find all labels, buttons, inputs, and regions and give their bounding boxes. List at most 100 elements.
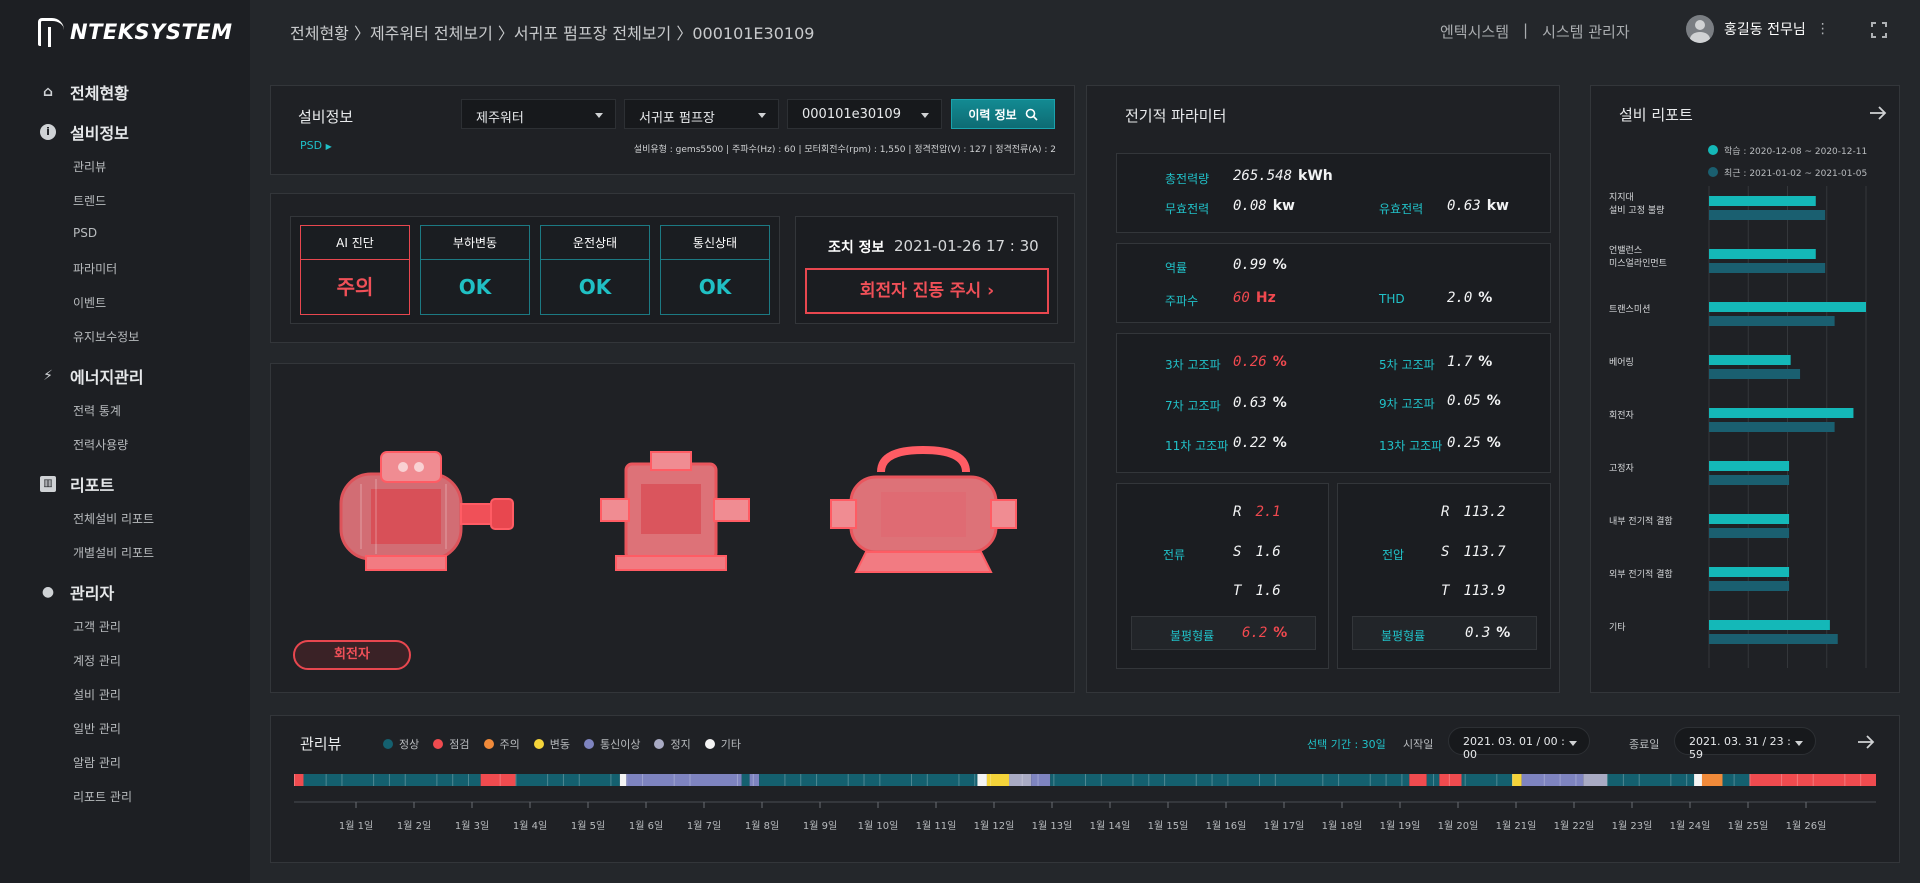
nav-item-manage-view[interactable]: 관리뷰 [73,158,106,175]
h11-number: 0.22 [1233,435,1267,451]
timeline-mark [515,774,517,786]
end-date-select[interactable]: 2021. 03. 31 / 23 : 59 [1674,727,1816,761]
timeline-legend-item: 통신이상 [584,736,640,752]
device-select[interactable]: 000101e30109 [787,99,942,129]
nav-item-customer[interactable]: 고객 관리 [73,618,121,635]
more-icon[interactable]: ⋮ [1816,21,1830,37]
timeline-segment[interactable] [1722,774,1750,786]
timeline-segment[interactable] [1461,774,1513,786]
breadcrumb[interactable]: 전체현황 〉제주워터 전체보기 〉서귀포 펌프장 전체보기 〉000101E30… [290,20,814,44]
home-icon: ⌂ [42,84,54,100]
station-select[interactable]: 서귀포 펌프장 [624,99,779,129]
nav-section-energy[interactable]: ⚡ 에너지관리 [40,364,144,388]
nav-item-psd[interactable]: PSD [73,226,97,240]
timeline-mark [926,774,928,786]
reactive-power-unit: kw [1272,198,1295,214]
start-date-select[interactable]: 2021. 03. 01 / 00 : 00 [1448,727,1590,761]
status-card-operation[interactable]: 운전상태 OK [540,225,650,315]
status-card-value: OK [458,275,492,299]
action-button[interactable]: 회전자 진동 주시 › [805,268,1049,314]
nav-section-admin[interactable]: ● 관리자 [40,580,114,604]
timeline-segment[interactable] [1512,774,1522,786]
timeline-segment[interactable] [1583,774,1608,786]
timeline-segment[interactable] [294,774,304,786]
timeline-segment[interactable] [480,774,516,786]
report-row-label: 외부 전기적 결함 [1609,568,1673,580]
status-card-ai[interactable]: AI 진단 주의 [300,225,410,315]
freq-number: 60 [1233,290,1250,306]
history-button[interactable]: 이력 정보 [951,99,1055,129]
timeline-day-label: 1월 25일 [1728,820,1769,832]
timeline-mark [784,774,786,786]
timeline-mark [1733,774,1735,786]
arrow-right-icon[interactable] [1857,734,1875,750]
nav-section-equipment[interactable]: i 설비정보 [40,120,129,144]
timeline-segment[interactable] [1050,774,1410,786]
h13-number: 0.25 [1447,435,1481,451]
nav-item-power-stats[interactable]: 전력 통계 [73,402,121,419]
nav-item-equipment-admin[interactable]: 설비 관리 [73,686,121,703]
brand-logo[interactable]: NTEKSYSTEM [38,16,233,48]
status-card-label: 부하변동 [421,226,529,260]
timeline-segment[interactable] [1607,774,1695,786]
fullscreen-icon[interactable] [1870,21,1888,39]
timeline-mark [1037,774,1039,786]
voltage-t: T 113.9 [1441,583,1506,599]
nav-item-alarm[interactable]: 알람 관리 [73,754,121,771]
user-menu[interactable]: 홍길동 전무님 ⋮ [1686,15,1830,43]
component-tag-rotor[interactable]: 회전자 [293,640,411,670]
timeline-segment[interactable] [1031,774,1051,786]
h11-unit: % [1272,435,1287,451]
timeline-panel: 관리뷰 정상 점검 주의 변동 통신이상 정지 기타 선택 기간 : 30일 시작일 202… [270,715,1900,863]
nav-item-single-report[interactable]: 개별설비 리포트 [73,544,154,561]
timeline-segment[interactable] [1409,774,1427,786]
report-row-label: 내부 전기적 결함 [1609,515,1673,527]
status-card-value: 주의 [336,275,374,299]
timeline-segment[interactable] [759,774,978,786]
timeline-mark [863,774,865,786]
report-panel: 설비 리포트 학습 : 2020-12-08 ~ 2020-12-11 최근 :… [1590,85,1900,693]
site-select[interactable]: 제주워터 [461,99,616,129]
timeline-segment[interactable] [1009,774,1032,786]
nav-item-event[interactable]: 이벤트 [73,294,106,311]
timeline-segment[interactable] [1521,774,1584,786]
timeline-mark [436,774,438,786]
nav-item-general[interactable]: 일반 관리 [73,720,121,737]
nav-section-overview[interactable]: ⌂ 전체현황 [40,80,129,104]
active-power-value: 0.63 kw [1447,198,1509,214]
pump-image[interactable] [826,442,1021,587]
action-info-label: 조치 정보 [828,240,885,256]
report-title: 설비 리포트 [1619,106,1693,124]
timeline-mark [1164,774,1166,786]
nav-item-parameter[interactable]: 파라미터 [73,260,117,277]
timeline-legend-item: 기타 [704,736,741,752]
timeline-segment[interactable] [303,774,481,786]
nav-item-total-report[interactable]: 전체설비 리포트 [73,510,154,527]
nav-item-power-usage[interactable]: 전력사용량 [73,436,128,453]
timeline-chart[interactable]: 1월 1일 1월 2일 1월 3일 1월 4일 1월 5일 1월 6일 1월 7일 1월 8일… [271,774,1901,854]
timeline-mark [1749,774,1751,786]
phase-label: T [1233,583,1242,599]
timeline-day-label: 1월 12일 [974,820,1015,832]
gearbox-image[interactable] [596,444,756,584]
motor-image[interactable] [331,444,521,584]
timeline-segment[interactable] [1701,774,1723,786]
status-card-comm[interactable]: 통신상태 OK [660,225,770,315]
status-card-load[interactable]: 부하변동 OK [420,225,530,315]
timeline-segment[interactable] [977,774,987,786]
arrow-right-icon[interactable] [1869,105,1887,121]
timeline-segment[interactable] [1439,774,1462,786]
timeline-segment[interactable] [619,774,627,786]
nav-item-maintenance[interactable]: 유지보수정보 [73,328,139,345]
nav-item-report-admin[interactable]: 리포트 관리 [73,788,132,805]
timeline-segment[interactable] [1694,774,1702,786]
legend-dot [433,739,444,749]
timeline-segment[interactable] [749,774,760,786]
timeline-segment[interactable] [626,774,742,786]
nav-section-report[interactable]: ▥ 리포트 [40,472,114,496]
nav-item-trend[interactable]: 트렌드 [73,192,106,209]
psd-link[interactable]: PSD ▶ [300,139,332,152]
nav-item-account[interactable]: 계정 관리 [73,652,121,669]
timeline-segment[interactable] [515,774,620,786]
timeline-segment[interactable] [741,774,750,786]
